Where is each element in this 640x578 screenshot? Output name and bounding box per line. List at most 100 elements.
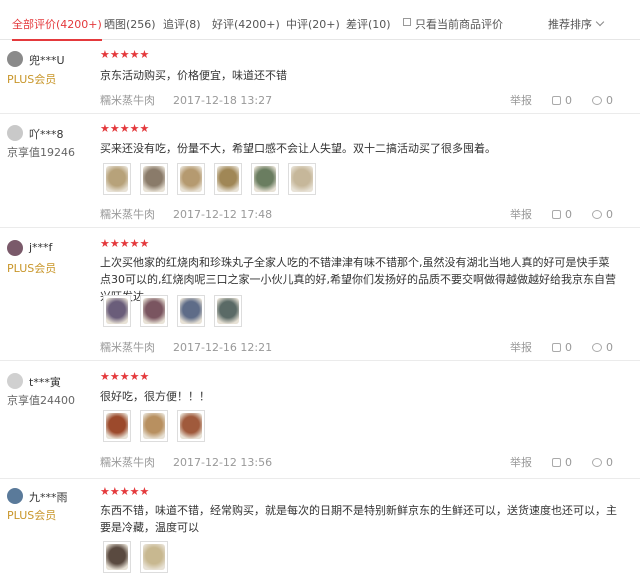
food-photo [180,166,202,192]
star-rating: ★★★★★ [100,48,150,61]
review-thumbnail[interactable] [177,295,205,327]
review-date: 2017-12-12 13:56 [173,456,273,469]
review-date: 2017-12-12 17:48 [173,208,273,221]
report-link[interactable]: 举报 [510,92,532,108]
tab-negative[interactable]: 差评(10) [346,16,391,32]
review-item: j***f PLUS会员 ★★★★★ 上次买他家的红烧肉和珍珠丸子全家人吃的不错… [0,228,640,361]
like-count: 0 [565,93,572,107]
reply-count: 0 [606,93,613,107]
member-level: 京享值24400 [7,394,75,407]
review-item: 吖***8 京享值19246 ★★★★★ 买来还没有吃，份量不大，希望口感不会让… [0,114,640,228]
review-thumbnail[interactable] [177,163,205,195]
review-actions: 举报 0 0 [510,454,613,470]
avatar [7,373,23,389]
reply-count: 0 [606,207,613,221]
food-photo [143,544,165,570]
review-images [103,295,242,327]
review-thumbnail[interactable] [140,163,168,195]
like-count: 0 [565,207,572,221]
food-photo [106,413,128,439]
food-photo [254,166,276,192]
review-actions: 举报 0 0 [510,206,613,222]
report-link[interactable]: 举报 [510,339,532,355]
review-tabs: 全部评价(4200+) 晒图(256) 追评(8) 好评(4200+) 中评(2… [0,0,640,41]
reply-button[interactable]: 0 [592,94,613,107]
current-product-filter-label[interactable]: 只看当前商品评价 [415,16,503,32]
report-link[interactable]: 举报 [510,206,532,222]
tab-photos[interactable]: 晒图(256) [104,16,156,32]
review-thumbnail[interactable] [103,410,131,442]
review-text: 买来还没有吃，份量不大，希望口感不会让人失望。双十二搞活动买了很多囤着。 [100,142,496,155]
product-meta: 糯米蒸牛肉 2017-12-12 13:56 [100,454,272,470]
chevron-down-icon [595,17,605,27]
thumb-up-icon [552,209,561,219]
like-button[interactable]: 0 [552,94,572,107]
reply-button[interactable]: 0 [592,456,613,469]
review-thumbnail[interactable] [288,163,316,195]
food-photo [106,544,128,570]
like-count: 0 [565,455,572,469]
sort-dropdown[interactable]: 推荐排序 [548,16,605,32]
avatar [7,51,23,67]
tab-followup[interactable]: 追评(8) [163,16,201,32]
food-photo [106,166,128,192]
review-thumbnail[interactable] [214,163,242,195]
comment-icon [592,209,602,219]
username: j***f [29,241,53,254]
current-product-checkbox[interactable] [403,18,411,26]
review-item: 九***雨 PLUS会员 ★★★★★ 东西不错，味道不错，经常购买，就是每次的日… [0,479,640,578]
star-rating: ★★★★★ [100,237,150,250]
username: t***寅 [29,376,61,389]
food-photo [143,298,165,324]
star-rating: ★★★★★ [100,370,150,383]
review-actions: 举报 0 0 [510,92,613,108]
product-name: 糯米蒸牛肉 [100,341,155,354]
reply-button[interactable]: 0 [592,208,613,221]
review-thumbnail[interactable] [140,410,168,442]
sort-label: 推荐排序 [548,18,592,31]
tab-positive[interactable]: 好评(4200+) [212,16,280,32]
reply-button[interactable]: 0 [592,341,613,354]
review-actions: 举报 0 0 [510,339,613,355]
product-name: 糯米蒸牛肉 [100,94,155,107]
avatar [7,125,23,141]
comment-icon [592,457,602,467]
review-text: 很好吃，很方便！！！ [100,390,210,403]
product-meta: 糯米蒸牛肉 2017-12-18 13:27 [100,92,272,108]
review-thumbnail[interactable] [214,295,242,327]
tab-all[interactable]: 全部评价(4200+) [12,16,102,41]
product-name: 糯米蒸牛肉 [100,208,155,221]
food-photo [106,298,128,324]
review-thumbnail[interactable] [103,163,131,195]
member-level: PLUS会员 [7,262,57,275]
like-button[interactable]: 0 [552,208,572,221]
product-meta: 糯米蒸牛肉 2017-12-12 17:48 [100,206,272,222]
like-count: 0 [565,340,572,354]
review-thumbnail[interactable] [140,295,168,327]
reply-count: 0 [606,455,613,469]
review-thumbnail[interactable] [251,163,279,195]
report-link[interactable]: 举报 [510,454,532,470]
review-date: 2017-12-18 13:27 [173,94,273,107]
comment-icon [592,95,602,105]
review-item: 兜***U PLUS会员 ★★★★★ 京东活动购买，价格便宜，味道还不错 糯米蒸… [0,41,640,114]
review-thumbnail[interactable] [140,541,168,573]
member-level: 京享值19246 [7,146,75,159]
product-name: 糯米蒸牛肉 [100,456,155,469]
comment-icon [592,342,602,352]
avatar [7,240,23,256]
username: 九***雨 [29,491,68,504]
star-rating: ★★★★★ [100,485,150,498]
member-level: PLUS会员 [7,509,57,522]
review-date: 2017-12-16 12:21 [173,341,273,354]
like-button[interactable]: 0 [552,456,572,469]
review-thumbnail[interactable] [103,541,131,573]
like-button[interactable]: 0 [552,341,572,354]
tab-neutral[interactable]: 中评(20+) [286,16,340,32]
review-thumbnail[interactable] [103,295,131,327]
review-images [103,541,168,573]
reply-count: 0 [606,340,613,354]
review-thumbnail[interactable] [177,410,205,442]
food-photo [217,298,239,324]
member-level: PLUS会员 [7,73,57,86]
